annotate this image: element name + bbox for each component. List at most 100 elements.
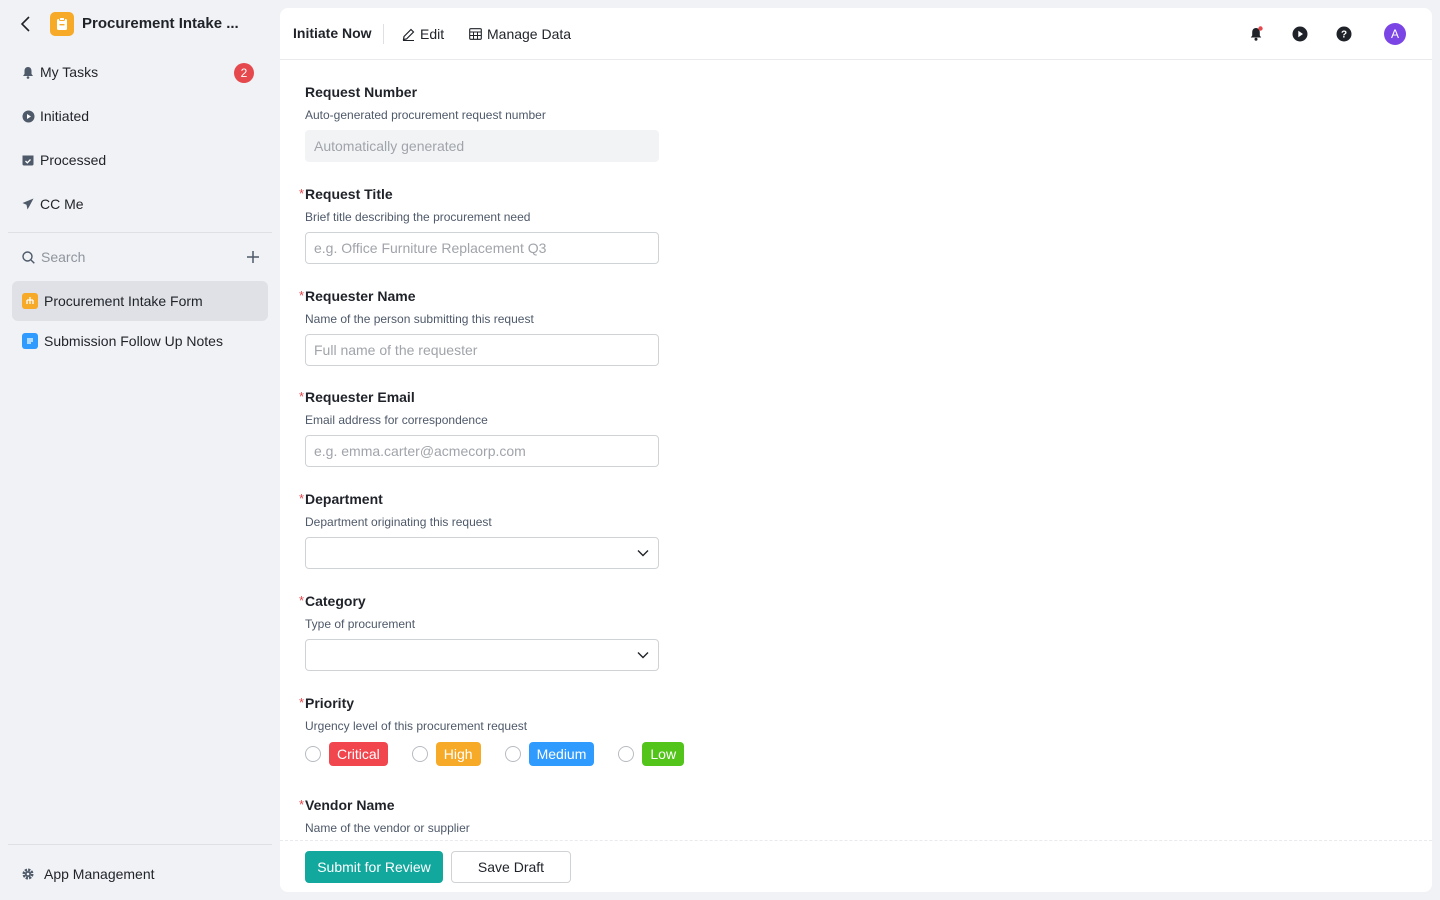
document-icon: [22, 333, 38, 349]
nav-label: Initiated: [40, 108, 90, 124]
main-panel: Initiate Now Edit Manage Data ? A Reques…: [280, 8, 1432, 892]
app-title: Procurement Intake ...: [82, 15, 239, 32]
field-description: Name of the person submitting this reque…: [305, 312, 534, 326]
sidebar-form-label: Procurement Intake Form: [44, 293, 203, 309]
field-label: * Vendor Name: [299, 797, 395, 813]
sidebar-bottom-divider: [8, 844, 272, 845]
category-select[interactable]: [305, 639, 659, 671]
nav-cc-me[interactable]: CC Me: [12, 184, 268, 224]
field-label: * Category: [299, 593, 366, 609]
help-icon[interactable]: ?: [1334, 24, 1354, 44]
form-content: Request Number Auto-generated procuremen…: [280, 60, 1432, 840]
bell-icon: [20, 64, 36, 80]
priority-option-low[interactable]: Low: [618, 742, 685, 766]
priority-option-high[interactable]: High: [411, 742, 481, 766]
field-request-number: Request Number Auto-generated procuremen…: [305, 84, 945, 162]
sidebar-divider: [8, 232, 272, 233]
field-label: * Request Title: [299, 186, 393, 202]
app-header: Procurement Intake ...: [0, 0, 280, 48]
priority-tag: Critical: [329, 742, 388, 766]
task-count-badge: 2: [234, 63, 254, 83]
sidebar-form-label: Submission Follow Up Notes: [44, 333, 223, 349]
priority-option-medium[interactable]: Medium: [504, 742, 595, 766]
field-label: * Requester Name: [299, 288, 416, 304]
requester-email-input[interactable]: [305, 435, 659, 467]
chevron-down-icon: [636, 648, 650, 662]
search-placeholder: Search: [41, 249, 86, 265]
required-mark: *: [299, 389, 305, 404]
avatar[interactable]: A: [1384, 23, 1406, 45]
nav-label: My Tasks: [40, 64, 99, 80]
field-description: Type of procurement: [305, 617, 416, 631]
priority-tag: High: [435, 742, 481, 766]
sidebar-form-follow-up-notes[interactable]: Submission Follow Up Notes: [12, 321, 268, 361]
search-icon: [22, 250, 35, 264]
required-mark: *: [299, 695, 305, 710]
field-description: Email address for correspondence: [305, 413, 488, 427]
field-category: * Category Type of procurement: [299, 593, 945, 671]
request-number-field: Automatically generated: [305, 130, 659, 162]
app-management-label: App Management: [44, 866, 155, 882]
chevron-down-icon: [636, 546, 650, 560]
manage-data-label: Manage Data: [487, 26, 572, 42]
field-description: Auto-generated procurement request numbe…: [305, 108, 546, 122]
field-label: * Priority: [299, 695, 355, 711]
nav-label: CC Me: [40, 196, 84, 212]
field-requester-name: * Requester Name Name of the person submi…: [299, 288, 945, 366]
department-select[interactable]: [305, 537, 659, 569]
request-title-input[interactable]: [305, 232, 659, 264]
radio-button[interactable]: [618, 746, 635, 762]
play-icon[interactable]: [1290, 24, 1310, 44]
field-label: Request Number: [305, 84, 418, 100]
nav-initiated[interactable]: Initiated: [12, 96, 268, 136]
field-requester-email: * Requester Email Email address for corre…: [299, 389, 945, 467]
manage-data-button[interactable]: Manage Data: [468, 23, 571, 45]
send-icon: [20, 196, 36, 212]
field-description: Brief title describing the procurement n…: [305, 210, 531, 224]
sidebar: Procurement Intake ... My Tasks 2 Initia…: [0, 0, 280, 900]
priority-option-critical[interactable]: Critical: [305, 742, 388, 766]
required-mark: *: [299, 288, 305, 303]
priority-tag: Low: [642, 742, 685, 766]
required-mark: *: [299, 186, 305, 201]
pencil-icon: [401, 27, 415, 41]
nav-processed[interactable]: Processed: [12, 140, 268, 180]
nav-my-tasks[interactable]: My Tasks 2: [12, 52, 268, 92]
sidebar-search[interactable]: Search: [12, 240, 268, 274]
required-mark: *: [299, 593, 305, 608]
gear-icon: [20, 866, 36, 882]
sidebar-form-procurement-intake[interactable]: Procurement Intake Form: [12, 281, 268, 321]
priority-radio-group: Critical High Medium Low: [305, 741, 945, 767]
field-description: Department originating this request: [305, 515, 492, 529]
radio-button[interactable]: [411, 746, 428, 762]
form-icon: [22, 293, 38, 309]
topbar-divider: [383, 24, 384, 44]
table-icon: [468, 27, 482, 41]
radio-button[interactable]: [305, 746, 321, 762]
notification-bell-icon[interactable]: [1246, 24, 1266, 44]
submit-for-review-button[interactable]: Submit for Review: [305, 851, 443, 883]
add-icon[interactable]: [242, 246, 264, 268]
required-mark: *: [299, 491, 305, 506]
field-label: * Department: [299, 491, 383, 507]
radio-button[interactable]: [504, 746, 521, 762]
nav-label: Processed: [40, 152, 107, 168]
save-draft-button[interactable]: Save Draft: [451, 851, 571, 883]
app-management-button[interactable]: App Management: [12, 856, 268, 892]
check-calendar-icon: [20, 152, 36, 168]
field-vendor-name: * Vendor Name Name of the vendor or suppl…: [299, 797, 945, 835]
requester-name-input[interactable]: [305, 334, 659, 366]
field-description: Name of the vendor or supplier: [305, 821, 470, 835]
back-icon[interactable]: [16, 14, 36, 34]
topbar: Initiate Now Edit Manage Data ? A: [280, 8, 1432, 60]
field-department: * Department Department originating this …: [299, 491, 945, 569]
required-mark: *: [299, 797, 305, 812]
edit-button[interactable]: Edit: [401, 23, 444, 45]
field-label: * Requester Email: [299, 389, 415, 405]
edit-label: Edit: [420, 26, 445, 42]
field-description: Urgency level of this procurement reques…: [305, 719, 528, 733]
form-footer: Submit for Review Save Draft: [280, 840, 1432, 892]
play-circle-icon: [20, 108, 36, 124]
field-request-title: * Request Title Brief title describing th…: [299, 186, 945, 264]
tab-initiate-now[interactable]: Initiate Now: [293, 25, 372, 41]
